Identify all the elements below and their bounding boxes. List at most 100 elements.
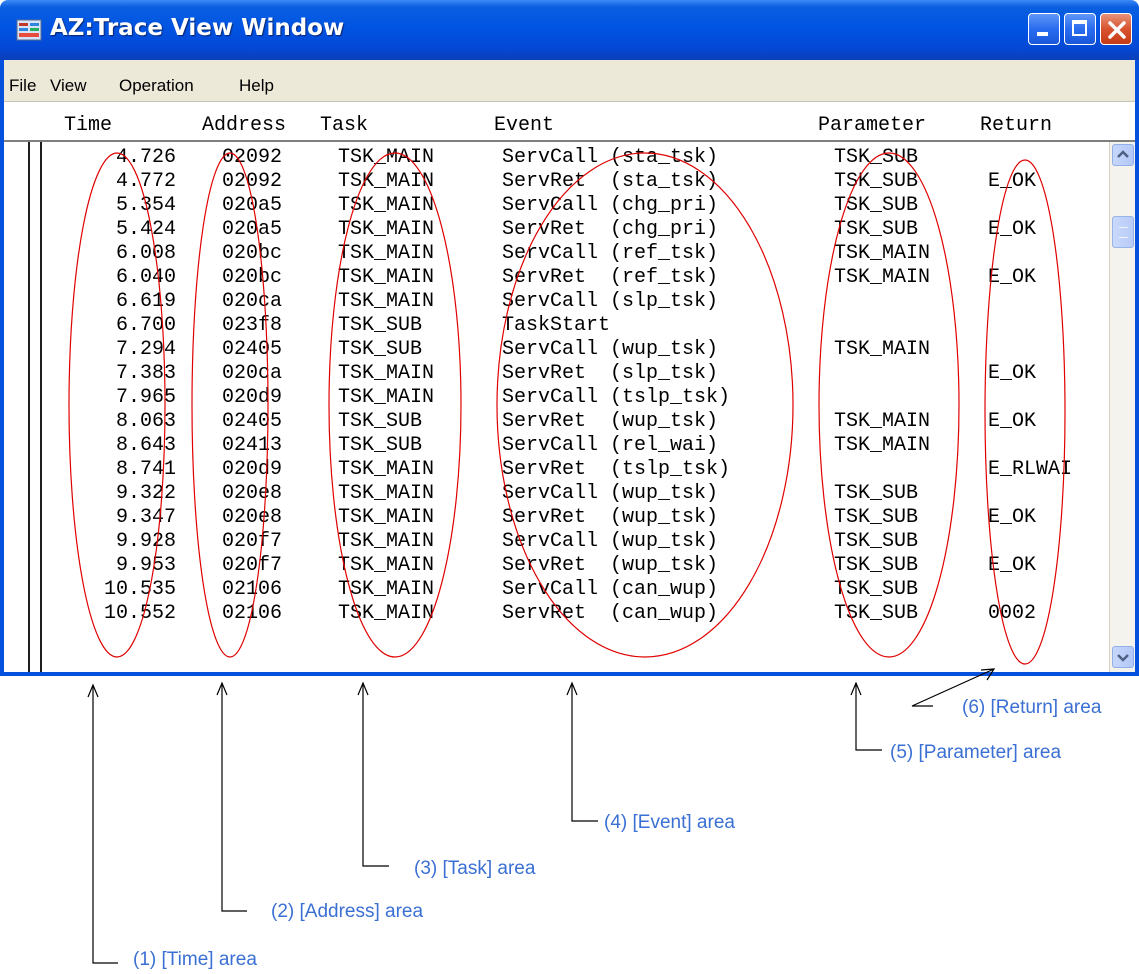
table-row[interactable]: 6.700 023f8 TSK_SUB TaskStart [4, 314, 1109, 338]
cell-time: 8.643 [115, 434, 176, 457]
scroll-down-button[interactable] [1112, 646, 1134, 668]
minimize-button[interactable] [1028, 13, 1060, 45]
table-row[interactable]: 7.383 020ca TSK_MAIN ServRet (slp_tsk) E_OK [4, 362, 1109, 386]
column-header: Time Address Task Event Parameter Return [4, 102, 1135, 142]
cell-address: 02405 [222, 338, 283, 361]
table-row[interactable]: 10.552 02106 TSK_MAIN ServRet (can_wup) TSK_… [4, 602, 1109, 626]
column-parameter[interactable]: Parameter [818, 114, 926, 137]
cell-event: ServRet (slp_tsk) [502, 362, 719, 385]
cell-task: TSK_SUB [338, 338, 423, 361]
menu-help[interactable]: Help [239, 76, 274, 96]
cell-address: 02106 [222, 578, 283, 601]
cell-task: TSK_MAIN [338, 578, 435, 601]
cell-time: 5.424 [115, 218, 176, 241]
task-leader-line [362, 683, 389, 867]
cell-return: E_RLWAI [988, 458, 1073, 481]
cell-event: ServRet (wup_tsk) [502, 410, 719, 433]
cell-parameter: TSK_SUB [834, 506, 919, 529]
table-row[interactable]: 6.619 020ca TSK_MAIN ServCall (slp_tsk) [4, 290, 1109, 314]
table-row[interactable]: 9.953 020f7 TSK_MAIN ServRet (wup_tsk) TSK_S… [4, 554, 1109, 578]
table-row[interactable]: 7.965 020d9 TSK_MAIN ServCall (tslp_tsk) [4, 386, 1109, 410]
cell-time: 9.953 [115, 554, 176, 577]
cell-event: ServCall (can_wup) [502, 578, 719, 601]
column-address[interactable]: Address [202, 114, 286, 137]
parameter-arrowhead [850, 681, 862, 696]
cell-time: 6.700 [115, 314, 176, 337]
trace-list[interactable]: 4.726 02092 TSK_MAIN ServCall (sta_tsk) TSK_… [4, 142, 1109, 672]
table-row[interactable]: 5.354 020a5 TSK_MAIN ServCall (chg_pri) TSK_… [4, 194, 1109, 218]
title-bar[interactable]: AZ:Trace View Window [0, 0, 1139, 60]
cell-parameter: TSK_SUB [834, 146, 919, 169]
cell-time: 7.294 [115, 338, 176, 361]
table-row[interactable]: 10.535 02106 TSK_MAIN ServCall (can_wup) TSK… [4, 578, 1109, 602]
cell-task: TSK_SUB [338, 314, 423, 337]
cell-task: TSK_MAIN [338, 530, 435, 553]
scroll-up-button[interactable] [1112, 144, 1134, 166]
cell-task: TSK_MAIN [338, 362, 435, 385]
table-row[interactable]: 9.928 020f7 TSK_MAIN ServCall (wup_tsk) TSK_… [4, 530, 1109, 554]
cell-address: 020e8 [222, 506, 283, 529]
cell-event: TaskStart [502, 314, 611, 337]
table-row[interactable]: 4.772 02092 TSK_MAIN ServRet (sta_tsk) TSK_S… [4, 170, 1109, 194]
cell-return: E_OK [988, 170, 1037, 193]
task-arrowhead [357, 681, 369, 696]
cell-event: ServRet (wup_tsk) [502, 506, 719, 529]
column-event[interactable]: Event [494, 114, 554, 137]
table-row[interactable]: 5.424 020a5 TSK_MAIN ServRet (chg_pri) TSK_S… [4, 218, 1109, 242]
cell-event: ServCall (ref_tsk) [502, 242, 719, 265]
cell-parameter: TSK_SUB [834, 578, 919, 601]
table-row[interactable]: 6.008 020bc TSK_MAIN ServCall (ref_tsk) TSK_… [4, 242, 1109, 266]
menu-view[interactable]: View [50, 76, 87, 96]
table-row[interactable]: 8.643 02413 TSK_SUB ServCall (rel_wai) TSK_M… [4, 434, 1109, 458]
cell-event: ServCall (rel_wai) [502, 434, 719, 457]
cell-parameter: TSK_SUB [834, 170, 919, 193]
cell-task: TSK_MAIN [338, 482, 435, 505]
cell-time: 6.619 [115, 290, 176, 313]
column-time[interactable]: Time [64, 114, 112, 137]
table-row[interactable]: 9.322 020e8 TSK_MAIN ServCall (wup_tsk) TSK_… [4, 482, 1109, 506]
cell-address: 020a5 [222, 218, 283, 241]
cell-time: 10.552 [103, 602, 176, 625]
table-row[interactable]: 4.726 02092 TSK_MAIN ServCall (sta_tsk) TSK_… [4, 146, 1109, 170]
cell-time: 8.741 [115, 458, 176, 481]
trace-view-window: AZ:Trace View Window File View Operation… [0, 0, 1139, 676]
cell-parameter: TSK_MAIN [834, 242, 931, 265]
window-frame-bottom [0, 672, 1139, 676]
window-frame-right [1135, 60, 1139, 676]
table-row[interactable]: 8.741 020d9 TSK_MAIN ServRet (tslp_tsk) E_RL… [4, 458, 1109, 482]
column-return[interactable]: Return [980, 114, 1052, 137]
cell-time: 8.063 [115, 410, 176, 433]
table-row[interactable]: 8.063 02405 TSK_SUB ServRet (wup_tsk) TSK_MA… [4, 410, 1109, 434]
cell-time: 4.772 [115, 170, 176, 193]
cell-task: TSK_MAIN [338, 386, 435, 409]
cell-return: E_OK [988, 218, 1037, 241]
cell-parameter: TSK_MAIN [834, 266, 931, 289]
cell-task: TSK_MAIN [338, 194, 435, 217]
table-row[interactable]: 6.040 020bc TSK_MAIN ServRet (ref_tsk) TSK_M… [4, 266, 1109, 290]
cell-address: 020f7 [222, 530, 283, 553]
close-button[interactable] [1100, 13, 1132, 45]
cell-address: 02405 [222, 410, 283, 433]
cell-return: E_OK [988, 554, 1037, 577]
cell-time: 9.347 [115, 506, 176, 529]
cell-return: 0002 [988, 602, 1037, 625]
cell-return: E_OK [988, 506, 1037, 529]
menu-file[interactable]: File [9, 76, 36, 96]
menu-bar: File View Operation Help [4, 60, 1135, 102]
cell-task: TSK_MAIN [338, 170, 435, 193]
cell-event: ServCall (wup_tsk) [502, 338, 719, 361]
cell-return: E_OK [988, 266, 1037, 289]
table-row[interactable]: 7.294 02405 TSK_SUB ServCall (wup_tsk) TSK_M… [4, 338, 1109, 362]
vertical-scrollbar[interactable] [1109, 142, 1135, 672]
cell-time: 6.008 [115, 242, 176, 265]
app-trace-icon [16, 19, 42, 41]
cell-task: TSK_MAIN [338, 554, 435, 577]
menu-operation[interactable]: Operation [119, 76, 194, 96]
address-leader-line [221, 683, 247, 912]
scroll-thumb[interactable] [1112, 216, 1134, 248]
maximize-button[interactable] [1064, 13, 1096, 45]
column-task[interactable]: Task [320, 114, 368, 137]
table-row[interactable]: 9.347 020e8 TSK_MAIN ServRet (wup_tsk) TSK_S… [4, 506, 1109, 530]
cell-event: ServCall (tslp_tsk) [502, 386, 731, 409]
cell-address: 02092 [222, 146, 283, 169]
